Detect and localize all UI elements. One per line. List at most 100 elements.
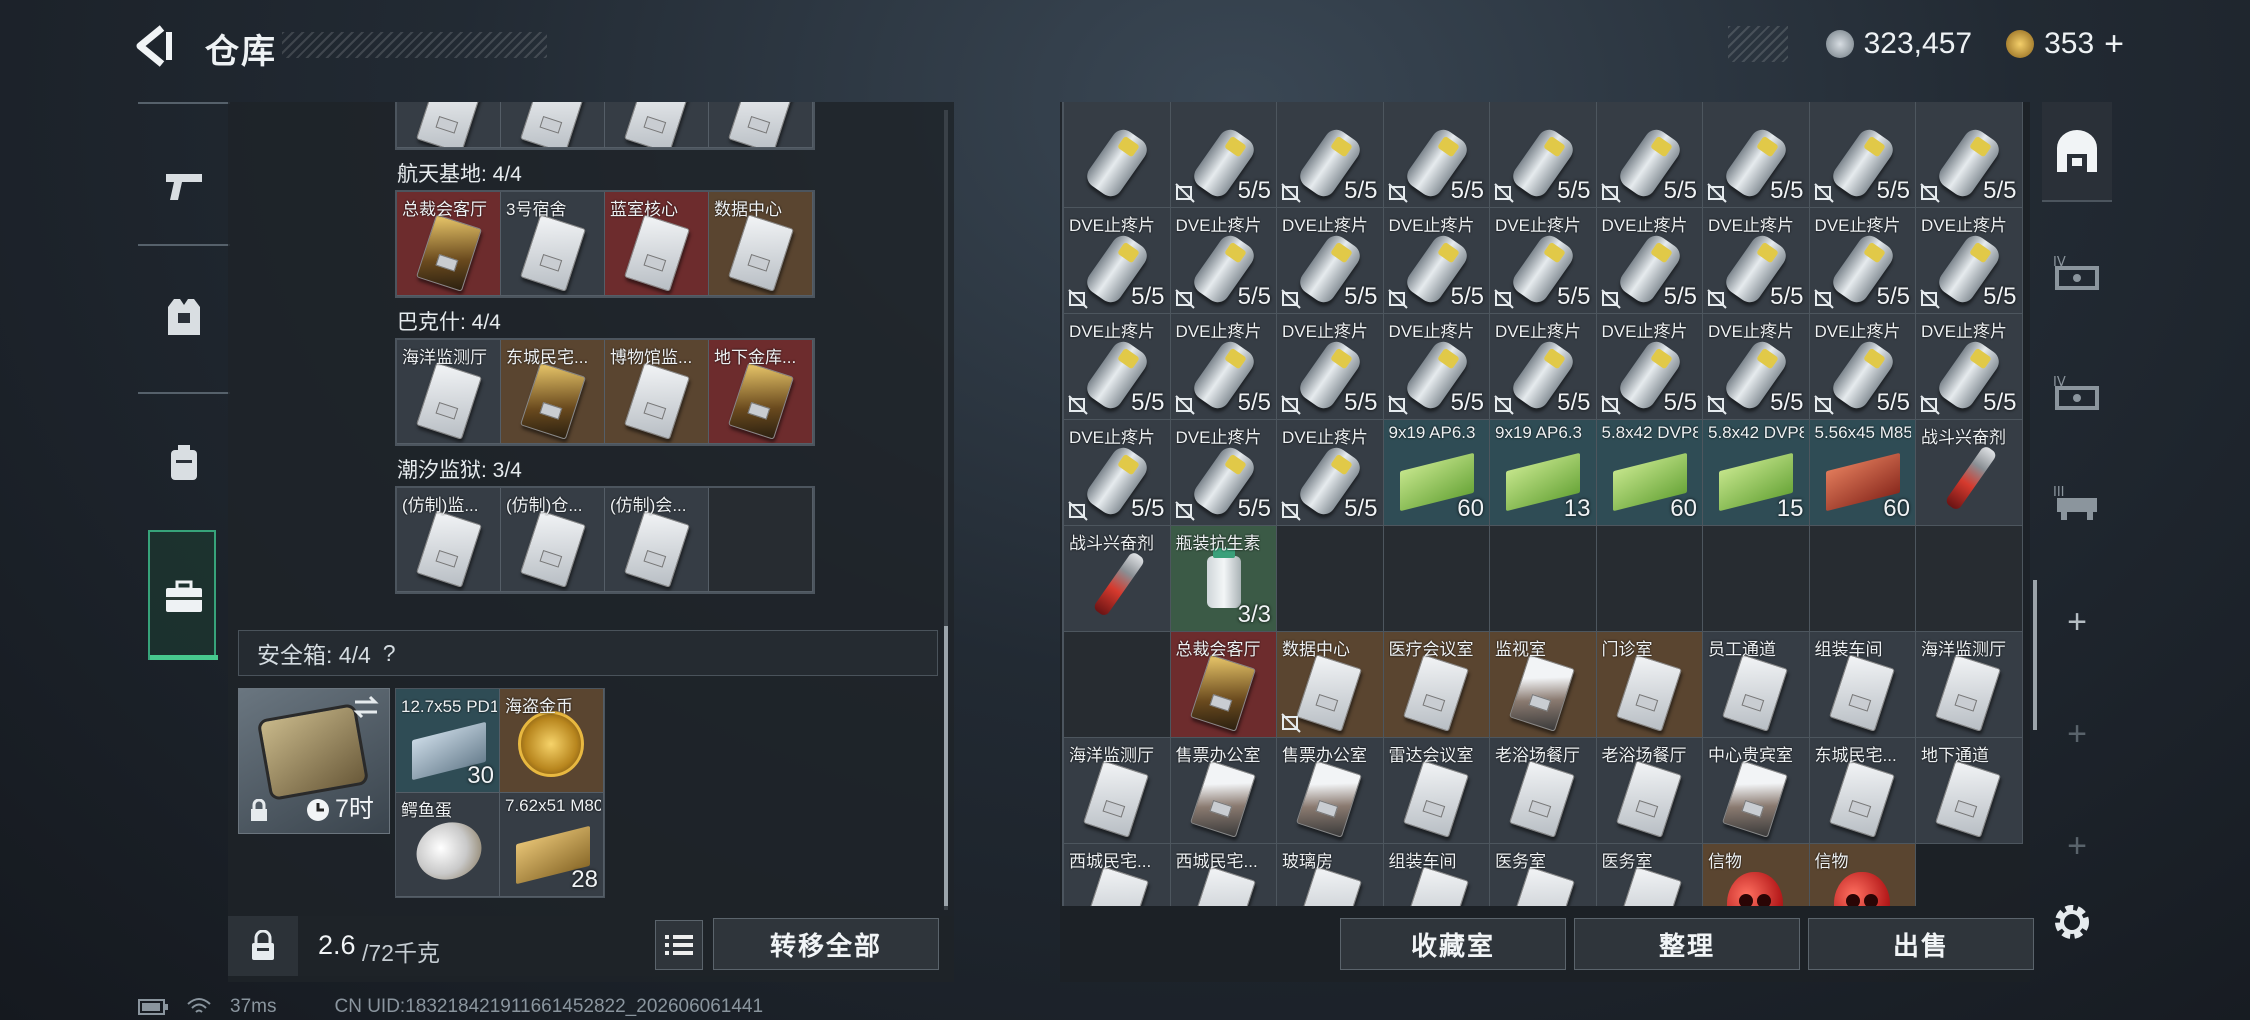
sell-button[interactable]: 出售 — [1808, 918, 2034, 970]
item-slot[interactable]: 玻璃房 — [1277, 844, 1384, 906]
item-slot[interactable]: DVE止疼片 5/5 — [1277, 420, 1384, 526]
item-slot[interactable]: (仿制)监... — [397, 488, 501, 592]
item-slot[interactable]: 5/5 — [1383, 102, 1490, 208]
item-slot[interactable]: DVE止疼片 5/5 — [1064, 314, 1171, 420]
left-scrollbar[interactable] — [944, 626, 948, 906]
item-slot[interactable]: 5/5 — [1490, 102, 1597, 208]
item-slot[interactable]: 信物 — [1703, 844, 1810, 906]
partial-slot[interactable] — [709, 102, 813, 148]
storage-tab-main[interactable] — [2042, 102, 2112, 202]
item-slot[interactable]: DVE止疼片 5/5 — [1170, 314, 1277, 420]
item-slot[interactable]: 7.62x51 M80 28 — [500, 793, 604, 897]
item-slot[interactable]: DVE止疼片 5/5 — [1916, 314, 2023, 420]
settings-button[interactable] — [2050, 900, 2100, 950]
item-slot[interactable]: DVE止疼片 5/5 — [1809, 208, 1916, 314]
item-slot[interactable]: 5/5 — [1170, 102, 1277, 208]
item-slot[interactable]: 医务室 — [1490, 844, 1597, 906]
item-slot[interactable]: 5/5 — [1809, 102, 1916, 208]
nav-armor[interactable] — [138, 252, 230, 382]
item-slot[interactable]: DVE止疼片 5/5 — [1703, 208, 1810, 314]
nav-safe-case[interactable] — [148, 530, 218, 660]
item-slot[interactable] — [1916, 526, 2023, 632]
item-slot[interactable]: 老浴场餐厅 — [1596, 738, 1703, 844]
item-slot[interactable]: DVE止疼片 5/5 — [1277, 314, 1384, 420]
item-slot[interactable]: 售票办公室 — [1170, 738, 1277, 844]
item-slot[interactable]: 东城民宅... — [1809, 738, 1916, 844]
item-slot[interactable]: 员工通道 — [1703, 632, 1810, 738]
item-slot[interactable]: 蓝室核心 — [605, 192, 709, 296]
item-slot[interactable]: 瓶装抗生素 3/3 — [1170, 526, 1277, 632]
item-slot[interactable]: 售票办公室 — [1277, 738, 1384, 844]
nav-backpack[interactable] — [138, 398, 230, 528]
item-slot[interactable] — [1703, 526, 1810, 632]
storage-scrollbar[interactable] — [2033, 580, 2037, 730]
transfer-all-button[interactable]: 转移全部 — [713, 918, 939, 970]
help-icon[interactable]: ? — [383, 640, 396, 667]
item-slot[interactable]: DVE止疼片 5/5 — [1809, 314, 1916, 420]
item-slot[interactable]: 海洋监测厅 — [397, 340, 501, 444]
item-slot[interactable]: DVE止疼片 5/5 — [1490, 314, 1597, 420]
item-slot[interactable]: 战斗兴奋剂 — [1916, 420, 2023, 526]
item-slot[interactable]: 数据中心 — [709, 192, 813, 296]
item-slot[interactable]: 总裁会客厅 — [1170, 632, 1277, 738]
add-storage-button-3[interactable]: + — [2042, 796, 2112, 896]
weight-lock-button[interactable] — [228, 916, 298, 976]
item-slot[interactable] — [1277, 526, 1384, 632]
item-slot[interactable]: (仿制)会... — [605, 488, 709, 592]
item-slot[interactable]: (仿制)仓... — [501, 488, 605, 592]
item-slot[interactable]: 东城民宅... — [501, 340, 605, 444]
item-slot[interactable]: 中心贵宾室 — [1703, 738, 1810, 844]
item-slot[interactable] — [1490, 526, 1597, 632]
item-slot[interactable]: 5.8x42 DVP88 60 — [1596, 420, 1703, 526]
item-slot[interactable]: 5/5 — [1916, 102, 2023, 208]
item-slot[interactable]: 海洋监测厅 — [1916, 632, 2023, 738]
organize-button[interactable]: 整理 — [1574, 918, 1800, 970]
item-slot[interactable]: 5.8x42 DVP88 15 — [1703, 420, 1810, 526]
item-slot[interactable]: DVE止疼片 5/5 — [1383, 208, 1490, 314]
item-slot[interactable]: DVE止疼片 5/5 — [1170, 420, 1277, 526]
collection-room-button[interactable]: 收藏室 — [1340, 918, 1566, 970]
item-slot[interactable]: DVE止疼片 5/5 — [1596, 208, 1703, 314]
item-slot[interactable]: DVE止疼片 5/5 — [1064, 420, 1171, 526]
item-slot[interactable]: 组装车间 — [1383, 844, 1490, 906]
item-slot[interactable]: 信物 — [1809, 844, 1916, 906]
item-slot[interactable]: 战斗兴奋剂 — [1064, 526, 1171, 632]
item-slot[interactable]: 博物馆监... — [605, 340, 709, 444]
storage-tab-iv-a[interactable]: IV — [2042, 222, 2112, 322]
item-slot[interactable]: 12.7x55 PD12双头 30 — [396, 689, 500, 793]
item-slot[interactable]: DVE止疼片 5/5 — [1064, 208, 1171, 314]
item-slot[interactable] — [1809, 526, 1916, 632]
item-slot[interactable]: 数据中心 — [1277, 632, 1384, 738]
item-slot[interactable]: DVE止疼片 5/5 — [1596, 314, 1703, 420]
item-slot[interactable]: 9x19 AP6.3 13 — [1490, 420, 1597, 526]
item-slot[interactable]: 医疗会议室 — [1383, 632, 1490, 738]
item-slot[interactable]: DVE止疼片 5/5 — [1383, 314, 1490, 420]
item-slot[interactable]: 海盗金币 — [500, 689, 604, 793]
item-slot[interactable]: 地下金库... — [709, 340, 813, 444]
nav-weapons[interactable] — [138, 122, 230, 252]
back-button[interactable] — [132, 22, 180, 70]
storage-tab-iv-b[interactable]: IV — [2042, 342, 2112, 442]
add-currency-button[interactable]: + — [2104, 25, 2124, 64]
item-slot[interactable]: 地下通道 — [1916, 738, 2023, 844]
item-slot[interactable] — [1596, 526, 1703, 632]
item-slot[interactable]: 监视室 — [1490, 632, 1597, 738]
item-slot[interactable] — [1383, 526, 1490, 632]
item-slot[interactable]: 5/5 — [1703, 102, 1810, 208]
item-slot[interactable]: 5.56x45 M855 60 — [1809, 420, 1916, 526]
item-slot[interactable]: 组装车间 — [1809, 632, 1916, 738]
swap-icon[interactable] — [351, 695, 381, 719]
item-slot[interactable]: 门诊室 — [1596, 632, 1703, 738]
item-slot[interactable]: 5/5 — [1277, 102, 1384, 208]
item-slot[interactable]: DVE止疼片 5/5 — [1916, 208, 2023, 314]
add-storage-button-1[interactable]: + — [2042, 572, 2112, 672]
item-slot[interactable]: 5/5 — [1596, 102, 1703, 208]
partial-slot[interactable] — [605, 102, 709, 148]
item-slot[interactable]: 鳄鱼蛋 — [396, 793, 500, 897]
item-slot[interactable]: DVE止疼片 5/5 — [1170, 208, 1277, 314]
item-slot[interactable]: 海洋监测厅 — [1064, 738, 1171, 844]
item-slot[interactable]: 西城民宅... — [1064, 844, 1171, 906]
item-slot[interactable] — [709, 488, 813, 592]
item-slot[interactable]: 老浴场餐厅 — [1490, 738, 1597, 844]
item-slot[interactable]: DVE止疼片 5/5 — [1490, 208, 1597, 314]
